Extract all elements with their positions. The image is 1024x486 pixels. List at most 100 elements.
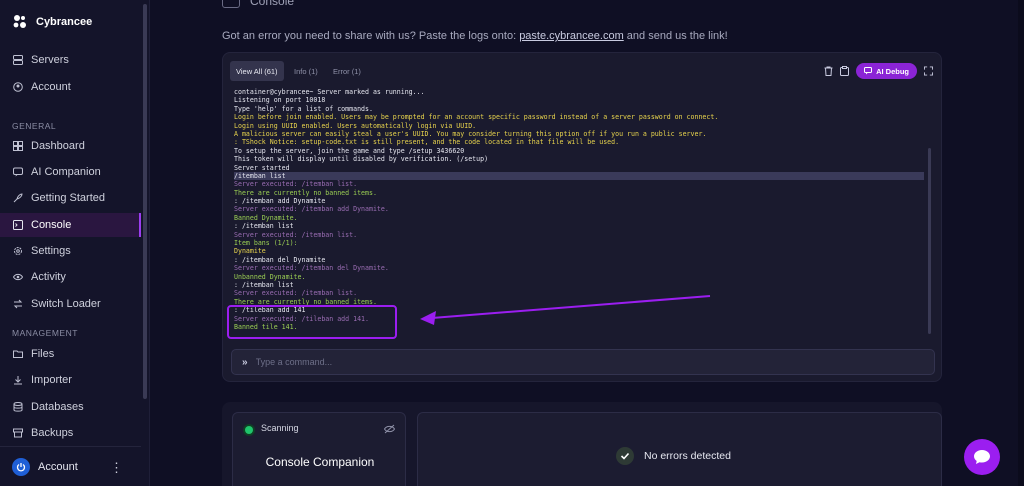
sidebar-item-account[interactable]: Account (0, 75, 141, 99)
log-line: container@cybrancee~ Server marked as ru… (234, 88, 425, 96)
chat-widget-button[interactable] (964, 439, 1000, 475)
folder-icon (13, 350, 23, 358)
sidebar: Cybrancee Servers Account GENERAL Dashbo… (0, 0, 150, 486)
sidebar-item-getting-started[interactable]: Getting Started (0, 186, 141, 210)
log-line: : /itemban add Dynamite (234, 197, 326, 206)
brand-name: Cybrancee (36, 16, 93, 28)
tab-error[interactable]: Error (1) (327, 61, 367, 81)
log-line: Banned Dynamite. (234, 213, 298, 222)
chat-bubble-icon (974, 450, 990, 464)
console-toolbar: AI Debug (824, 63, 933, 79)
sidebar-item-console[interactable]: Console (0, 213, 141, 237)
log-line: There are currently no banned items. (234, 188, 377, 197)
sidebar-item-activity[interactable]: Activity (0, 265, 141, 289)
log-line: To setup the server, join the game and t… (234, 146, 465, 155)
log-line: Login before join enabled. Users may be … (234, 113, 719, 122)
log-line: Listening on port 10018 (234, 96, 326, 105)
account-menu[interactable]: Account ⋮ (0, 446, 141, 486)
sidebar-item-label: Switch Loader (31, 298, 101, 310)
log-line: Dynamite (234, 247, 266, 256)
check-circle-icon (616, 447, 634, 465)
log-line: Server executed: /itemban list. (234, 230, 358, 239)
sidebar-scrollbar[interactable] (143, 4, 147, 399)
hint-text-before: Got an error you need to share with us? … (222, 30, 520, 42)
eye-icon (13, 273, 23, 281)
log-line: Server started (234, 163, 290, 172)
log-line: Server executed: /itemban del Dynamite. (234, 264, 389, 273)
console-icon (222, 0, 240, 8)
log-line: : TShock Notice: setup-code.txt is still… (234, 138, 620, 147)
sidebar-item-label: Getting Started (31, 192, 105, 204)
chevrons-right-icon: » (242, 356, 248, 368)
log-line: : /itemban list (234, 222, 294, 231)
ai-debug-button[interactable]: AI Debug (856, 63, 917, 79)
log-line: Unbanned Dynamite. (234, 272, 306, 281)
download-icon (14, 376, 22, 385)
error-status-card: No errors detected (417, 412, 942, 486)
kebab-menu-icon[interactable]: ⋮ (110, 460, 123, 476)
section-management: MANAGEMENT (12, 328, 78, 338)
log-line: A malicious server can easily steal a us… (234, 129, 707, 138)
console-log: container@cybrancee~ Server marked as ru… (234, 88, 924, 340)
switch-icon (13, 299, 23, 309)
sidebar-item-label: Activity (31, 271, 66, 283)
sidebar-item-files[interactable]: Files (0, 342, 141, 366)
sidebar-item-switch-loader[interactable]: Switch Loader (0, 292, 141, 316)
sidebar-item-backups[interactable]: Backups (0, 421, 141, 445)
sidebar-item-label: Dashboard (31, 140, 85, 152)
sidebar-item-ai-companion[interactable]: AI Companion (0, 160, 141, 184)
account-icon (13, 82, 23, 92)
section-general: GENERAL (12, 121, 57, 131)
command-input[interactable] (255, 357, 896, 367)
trash-icon[interactable] (824, 66, 833, 76)
log-scrollbar[interactable] (928, 148, 931, 334)
page-title: Console (222, 0, 294, 8)
backup-icon (13, 428, 23, 438)
highlight-annotation-box (227, 305, 397, 339)
sidebar-item-label: Databases (31, 401, 84, 413)
window-edge (1018, 0, 1024, 486)
sidebar-item-label: Backups (31, 427, 74, 439)
log-line: : /itemban list (234, 280, 294, 289)
log-line: This token will display until disabled b… (234, 155, 489, 164)
log-line: Server executed: /itemban list. (234, 180, 358, 189)
eye-off-icon[interactable] (384, 424, 395, 434)
command-bar: » (231, 349, 935, 375)
expand-icon[interactable] (924, 66, 933, 76)
rocket-icon (13, 193, 23, 203)
ai-companion-icon (13, 167, 23, 177)
log-line: Server executed: /itemban list. (234, 289, 358, 298)
scanning-status-dot (245, 426, 253, 434)
paste-link[interactable]: paste.cybrancee.com (519, 30, 624, 42)
tab-view-all[interactable]: View All (61) (230, 61, 284, 81)
sidebar-item-label: Console (31, 219, 72, 231)
page-title-text: Console (250, 0, 295, 8)
account-label: Account (38, 460, 78, 473)
status-row: No errors detected (616, 447, 731, 465)
console-companion-card: Scanning Console Companion (232, 412, 406, 486)
tab-info[interactable]: Info (1) (288, 61, 324, 81)
clipboard-icon[interactable] (840, 66, 850, 76)
avatar (12, 457, 30, 476)
check-icon (620, 452, 630, 460)
power-icon (16, 462, 26, 472)
brand[interactable]: Cybrancee (12, 14, 92, 30)
sidebar-item-databases[interactable]: Databases (0, 395, 141, 419)
sidebar-item-servers[interactable]: Servers (0, 48, 141, 72)
sidebar-item-dashboard[interactable]: Dashboard (0, 134, 141, 158)
status-text: No errors detected (644, 450, 731, 462)
hint-text-after: and send us the link! (623, 30, 728, 42)
log-line: Item bans (1/1): (234, 239, 298, 248)
console-icon (13, 220, 23, 230)
sidebar-item-label: Importer (31, 374, 72, 386)
database-icon (13, 402, 23, 412)
ai-debug-label: AI Debug (876, 66, 909, 76)
log-line: Server executed: /itemban add Dynamite. (234, 205, 389, 214)
server-icon (13, 55, 23, 65)
log-line: : /itemban del Dynamite (234, 255, 326, 264)
log-line: Login using UUID enabled. Users automati… (234, 121, 477, 130)
log-line: Type 'help' for a list of commands. (234, 104, 373, 113)
dashboard-icon (13, 141, 23, 151)
sidebar-item-importer[interactable]: Importer (0, 368, 141, 392)
sidebar-item-settings[interactable]: Settings (0, 239, 141, 263)
